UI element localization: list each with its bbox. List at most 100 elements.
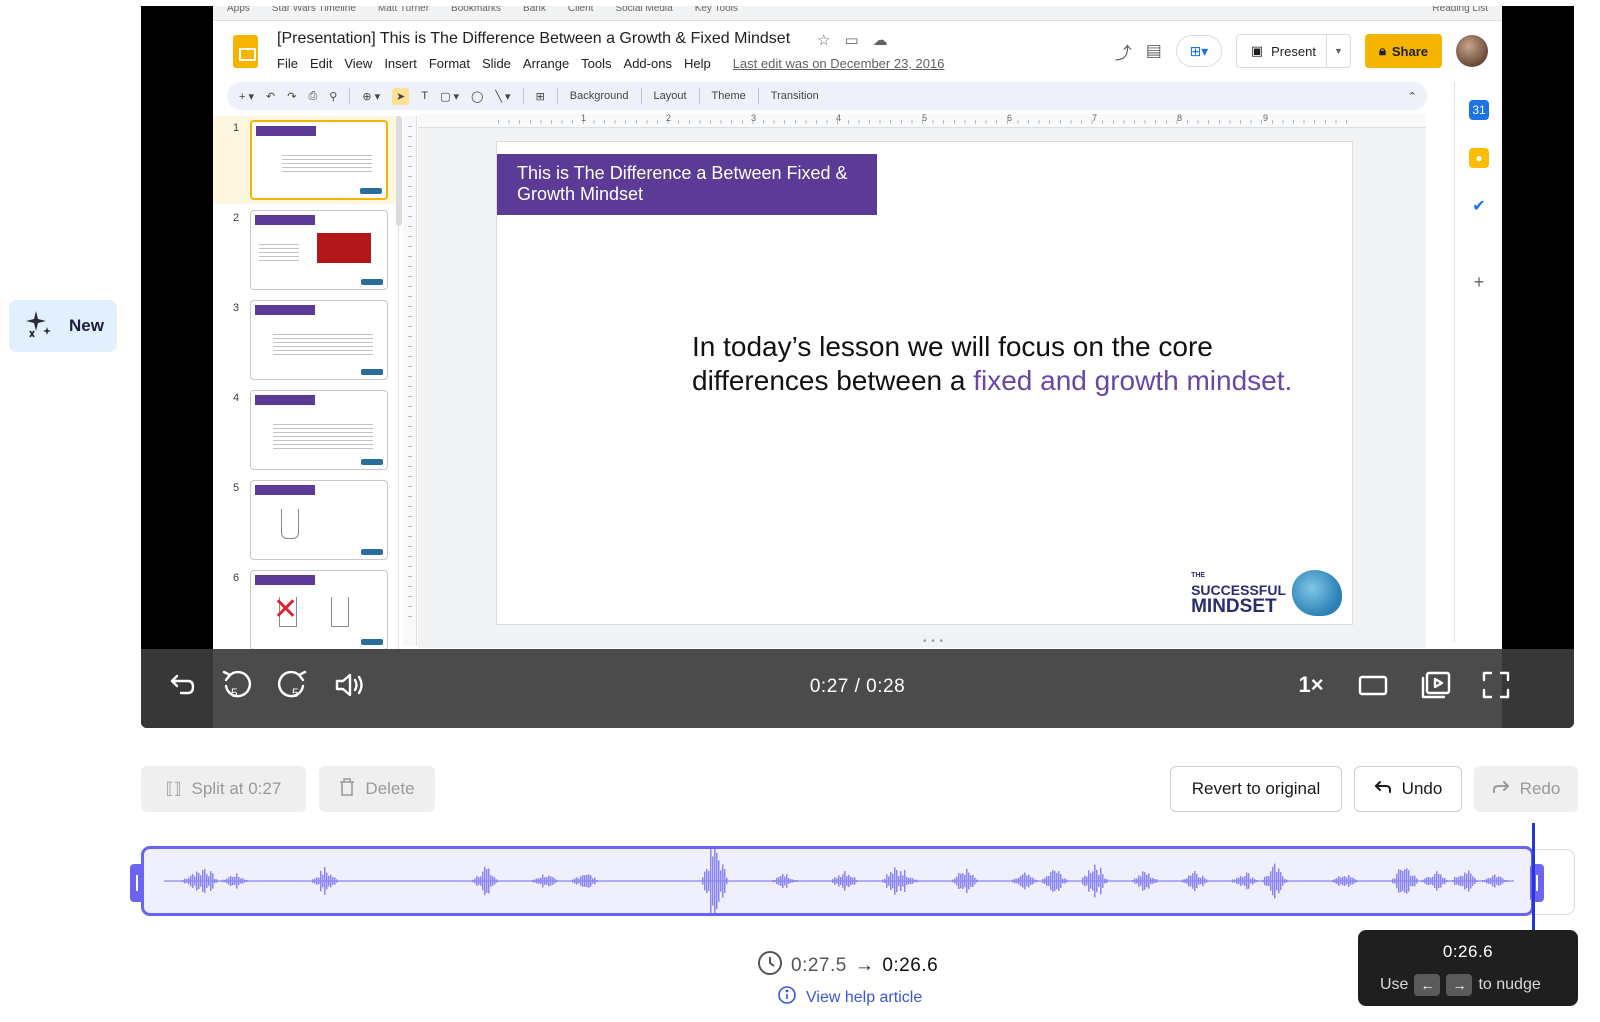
waveform-bar	[1024, 872, 1026, 890]
waveform-bar	[1336, 878, 1338, 884]
slides-toolbar: + ▾ ↶ ↷ ⎙ ⚲ ⊕ ▾ ➤ T ▢ ▾ ◯ ╲ ▾ ⊞ Backgrou…	[227, 82, 1427, 110]
revert-button[interactable]: Revert to original	[1170, 766, 1342, 812]
waveform-bar	[1028, 874, 1030, 888]
waveform-bar	[482, 871, 484, 891]
trim-start-handle[interactable]	[130, 864, 144, 902]
split-button[interactable]: ⟦⟧ Split at 0:27	[141, 766, 306, 812]
waveform-bar	[236, 873, 238, 889]
waveform-bar	[1026, 875, 1028, 887]
waveform-bar	[780, 876, 782, 886]
waveform-bar	[712, 856, 714, 906]
waveform-bar	[1184, 879, 1186, 883]
toolbar-background: Background	[569, 90, 629, 102]
waveform-bar	[912, 878, 914, 884]
waveform-bar	[546, 877, 548, 885]
waveform-bar	[882, 879, 884, 883]
slide-title-line: Growth Mindset	[517, 184, 644, 204]
waveform-bar	[836, 878, 838, 884]
waveform-bar	[206, 874, 208, 888]
waveform-bar	[1280, 872, 1282, 890]
theater-mode-icon[interactable]	[1353, 665, 1393, 705]
picture-in-picture-icon[interactable]	[1416, 665, 1456, 705]
slide-thumbnail: 4	[213, 386, 399, 474]
waveform-bar	[852, 877, 854, 885]
waveform-bar	[1468, 870, 1470, 892]
waveform-bar	[580, 876, 582, 886]
waveform-bar	[724, 869, 726, 893]
slide-thumbnail: 1	[213, 116, 399, 204]
waveform-bar	[1256, 880, 1258, 882]
audio-waveform-track[interactable]	[141, 839, 1534, 923]
waveform-bar	[900, 876, 902, 886]
playhead[interactable]	[1532, 823, 1535, 931]
redo-button[interactable]: Redo	[1474, 766, 1578, 812]
waveform-bar	[1460, 875, 1462, 887]
waveform-bar	[1204, 878, 1206, 884]
waveform-bar	[484, 866, 486, 896]
waveform-bar	[246, 880, 248, 882]
waveform-bar	[726, 877, 728, 885]
waveform-bar	[1182, 879, 1184, 883]
bookmark-item: Bookmarks	[451, 6, 502, 14]
waveform-bar	[194, 877, 196, 885]
waveform-bar	[1404, 869, 1406, 893]
waveform-bar	[1452, 880, 1454, 882]
waveform-bar	[210, 871, 212, 891]
waveform-bar	[706, 868, 708, 894]
waveform-bar	[582, 875, 584, 887]
recorded-screen: Apps Star Wars Timeline Matt Turner Book…	[213, 6, 1502, 728]
undo-button[interactable]: Undo	[1354, 766, 1462, 812]
waveform-bar	[314, 878, 316, 884]
waveform-bar	[1234, 879, 1236, 883]
waveform-bar	[1034, 879, 1036, 883]
waveform-bar	[586, 874, 588, 888]
waveform-bar	[202, 870, 204, 892]
waveform-bar	[1282, 876, 1284, 886]
waveform-bar	[1240, 875, 1242, 887]
waveform-bar	[1136, 878, 1138, 884]
waveform-bar	[1356, 880, 1358, 882]
waveform-bar	[1106, 878, 1108, 884]
waveform-bar	[554, 878, 556, 884]
waveform-bar	[332, 877, 334, 885]
waveform-bar	[888, 876, 890, 886]
waveform-bar	[842, 874, 844, 888]
add-icon: +	[1469, 272, 1489, 292]
waveform-bar	[856, 880, 858, 882]
waveform-bar	[550, 876, 552, 886]
waveform-bar	[1092, 871, 1094, 891]
waveform-bar	[1482, 880, 1484, 882]
new-button[interactable]: New	[9, 300, 117, 352]
waveform-bar	[958, 872, 960, 890]
waveform-bar	[1044, 877, 1046, 885]
waveform-bar	[490, 875, 492, 887]
waveform-bar	[1084, 875, 1086, 887]
info-icon	[778, 986, 796, 1009]
waveform-bar	[540, 877, 542, 885]
waveform-bar	[974, 877, 976, 885]
menu-arrange: Arrange	[522, 56, 570, 71]
waveform-bar	[198, 872, 200, 890]
waveform-bar	[1134, 878, 1136, 884]
undo-label: Undo	[1401, 779, 1443, 798]
playback-speed-button[interactable]: 1×	[1291, 665, 1331, 705]
waveform-bar	[1428, 876, 1430, 886]
fullscreen-icon[interactable]	[1476, 665, 1516, 705]
waveform-bar	[1154, 878, 1156, 884]
waveform-bar	[1060, 874, 1062, 888]
folder-icon: ▭	[844, 32, 859, 49]
waveform-bar	[584, 875, 586, 887]
bookmark-item: Matt Turner	[377, 6, 430, 14]
waveform-bar	[1476, 880, 1478, 882]
menu-addons: Add-ons	[623, 56, 672, 71]
waveform-bar	[232, 876, 234, 886]
waveform-bar	[244, 879, 246, 883]
toolbar-transition: Transition	[770, 90, 819, 102]
waveform-bar	[588, 874, 590, 888]
video-player[interactable]: Apps Star Wars Timeline Matt Turner Book…	[141, 6, 1574, 728]
waveform-bar	[704, 871, 706, 891]
waveform-bar	[1094, 864, 1096, 898]
waveform-bar	[472, 879, 474, 883]
help-link[interactable]: View help article	[778, 986, 922, 1009]
delete-button[interactable]: Delete	[319, 766, 435, 812]
